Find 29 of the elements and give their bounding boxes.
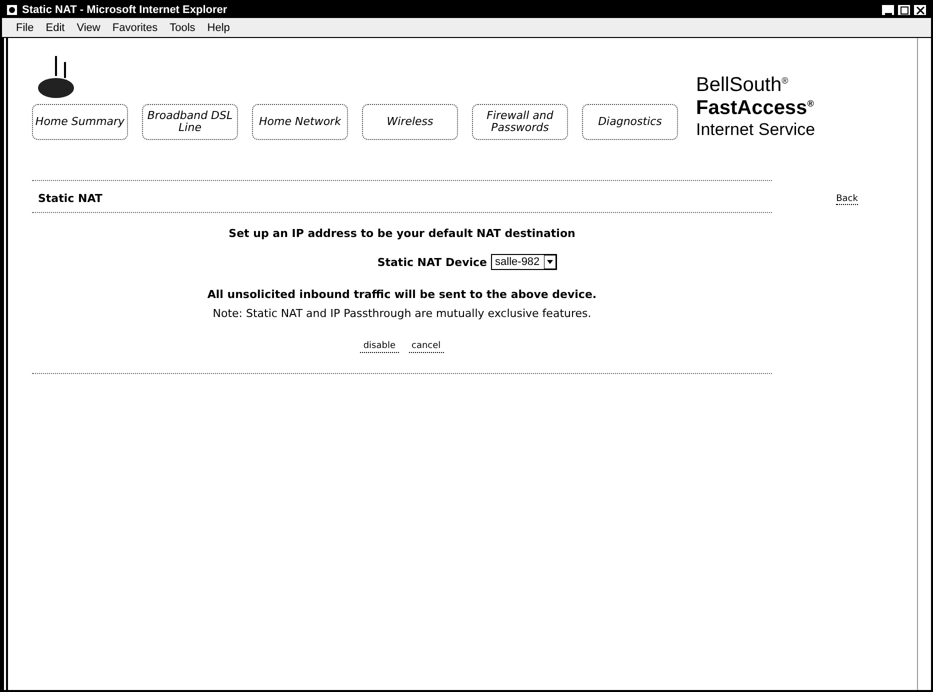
maximize-icon[interactable]: [897, 4, 911, 16]
note-text: Note: Static NAT and IP Passthrough are mutually exclusive features.: [212, 307, 592, 320]
nav-tab[interactable]: Diagnostics: [582, 104, 678, 140]
menu-item[interactable]: Help: [207, 22, 230, 34]
action-button[interactable]: disable: [360, 340, 398, 353]
note-text: All unsolicited inbound traffic will be sent to the above device.: [207, 288, 597, 301]
nav-tab[interactable]: Firewall and Passwords: [472, 104, 568, 140]
menu-item[interactable]: Tools: [170, 22, 196, 34]
nav-tab[interactable]: Broadband DSL Line: [142, 104, 238, 140]
device-select[interactable]: salle-982: [491, 254, 557, 270]
device-label: Static NAT Device: [377, 256, 488, 268]
nav-tab[interactable]: Home Network: [252, 104, 348, 140]
brand-text: BellSouth$^{®}$: [696, 74, 790, 97]
close-icon[interactable]: [913, 4, 927, 16]
nav-tab[interactable]: Wireless: [362, 104, 458, 140]
menu-item[interactable]: View: [76, 22, 100, 34]
action-button[interactable]: cancel: [408, 340, 444, 353]
menu-item[interactable]: Favorites: [112, 22, 158, 34]
intro-text: Set up an IP address to be your default NAT destination: [228, 227, 576, 240]
window-title: Static NAT - Microsoft Internet Explorer: [22, 4, 228, 16]
nav-tab[interactable]: Home Summary: [32, 104, 128, 140]
section-title: Static NAT: [38, 192, 102, 205]
brand-text: Internet Service: [696, 120, 816, 140]
minimize-icon[interactable]: [881, 4, 895, 16]
caret-icon: [544, 255, 556, 269]
menu-item[interactable]: File: [16, 22, 34, 34]
brand-text: FastAccess$^{®}$: [696, 97, 815, 120]
menu-item[interactable]: Edit: [46, 22, 65, 34]
back-link[interactable]: Back: [836, 194, 858, 205]
